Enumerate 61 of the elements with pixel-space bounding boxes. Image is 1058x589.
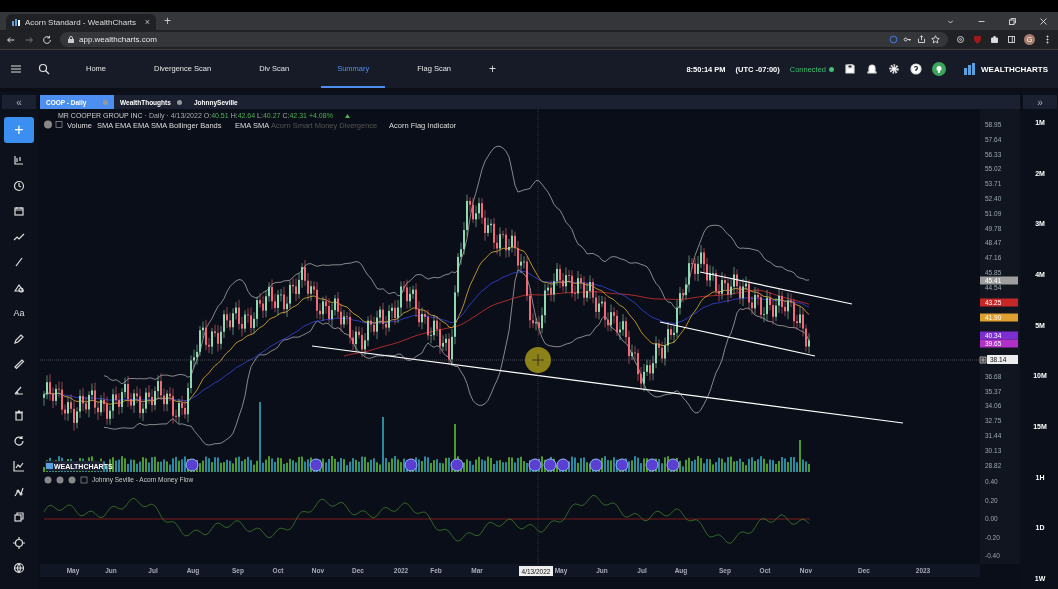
event-marker-icon[interactable] (666, 458, 680, 472)
key-icon[interactable] (903, 35, 912, 44)
menu-icon[interactable] (10, 63, 22, 75)
event-marker-icon[interactable] (589, 458, 603, 472)
close-icon[interactable] (1039, 16, 1048, 26)
event-marker-icon[interactable] (556, 458, 570, 472)
collapse-toggle-icon[interactable] (55, 121, 63, 128)
event-marker-icon[interactable] (309, 458, 323, 472)
calendar-icon[interactable] (13, 205, 25, 217)
kebab-menu-icon[interactable] (1043, 35, 1052, 44)
collapse-panel-button[interactable]: « (2, 95, 36, 109)
lightbulb-icon[interactable] (932, 62, 947, 76)
search-icon[interactable] (38, 63, 50, 75)
lock-icon (68, 36, 74, 43)
node-line-icon[interactable] (13, 485, 25, 498)
event-marker-icon[interactable] (450, 458, 464, 472)
add-tab-button[interactable]: + (489, 62, 497, 76)
brand-logo: WEALTHCHARTS (964, 63, 1048, 75)
event-marker-icon[interactable] (528, 458, 542, 472)
save-icon[interactable] (844, 63, 857, 75)
restore-icon[interactable] (1008, 16, 1017, 26)
g-circle-icon[interactable] (889, 35, 898, 44)
crosshair-icon (531, 353, 545, 367)
puzzle-icon[interactable] (990, 35, 999, 44)
refresh-icon[interactable] (13, 434, 25, 447)
expand-panel-button[interactable]: » (1023, 95, 1057, 109)
help-icon[interactable] (910, 63, 923, 75)
event-marker-icon[interactable] (615, 458, 629, 472)
star-icon[interactable] (931, 35, 940, 44)
clock-icon[interactable] (13, 179, 25, 192)
bell-icon[interactable] (866, 63, 879, 75)
browser-tab[interactable]: Acorn Standard - WealthCharts × (6, 14, 156, 30)
event-marker-icon[interactable] (185, 458, 199, 472)
close-tab-button[interactable]: × (144, 17, 150, 27)
circle-icon[interactable] (956, 35, 965, 44)
line-chart-icon[interactable] (13, 460, 25, 472)
target-icon[interactable] (13, 536, 25, 549)
text-tool-button[interactable]: Aa (12, 306, 26, 320)
ruler-icon[interactable] (13, 358, 25, 370)
chart-logo-icon (12, 18, 20, 26)
share-icon[interactable] (917, 35, 926, 44)
sidebar-icon[interactable] (1007, 35, 1016, 44)
up-triangle-icon (345, 114, 350, 118)
copy-icon[interactable] (13, 511, 25, 523)
trash-icon[interactable] (13, 409, 25, 421)
settings-icon[interactable] (888, 63, 901, 75)
line-icon[interactable] (13, 256, 25, 268)
back-arrow-icon[interactable] (6, 34, 16, 45)
tab-title: Acorn Standard - WealthCharts (25, 17, 137, 27)
crosshair-plus-icon (979, 356, 987, 364)
cursor-highlight-icon (525, 347, 551, 373)
new-tab-button[interactable]: + (164, 14, 171, 28)
event-marker-icon[interactable] (404, 458, 418, 472)
address-bar[interactable]: app.wealthcharts.com (60, 32, 948, 47)
event-marker-icon[interactable] (645, 458, 659, 472)
refresh-icon[interactable] (42, 34, 52, 45)
collapse-toggle-icon[interactable] (80, 476, 88, 484)
event-marker-icon[interactable] (543, 458, 557, 472)
pencil-icon[interactable] (13, 332, 25, 345)
candlestick-icon[interactable] (13, 154, 25, 166)
globe-icon[interactable] (13, 562, 25, 574)
